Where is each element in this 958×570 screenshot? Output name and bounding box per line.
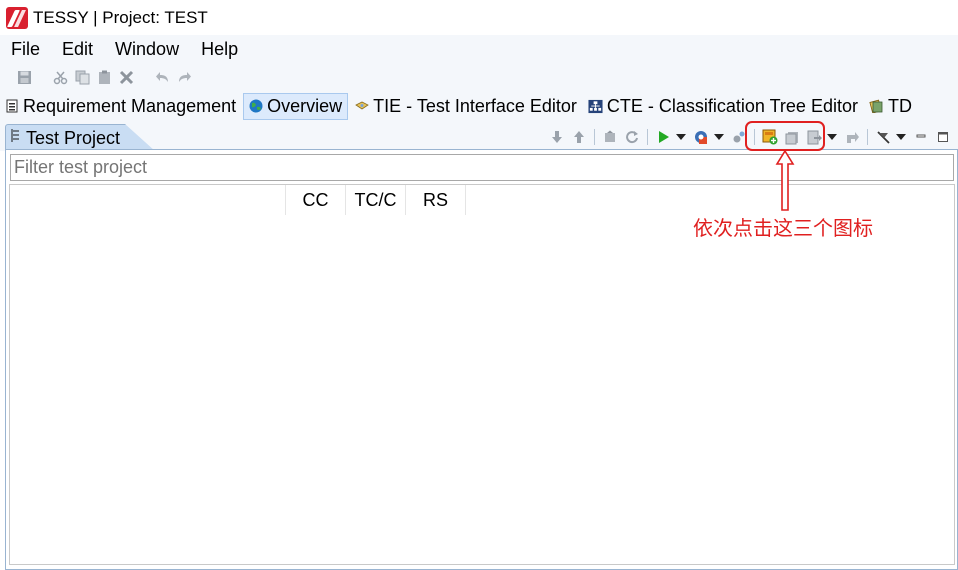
link-icon[interactable]: [844, 129, 860, 145]
perspective-cte[interactable]: CTE - Classification Tree Editor: [584, 93, 863, 120]
menu-help[interactable]: Help: [190, 39, 249, 60]
perspective-requirement-management[interactable]: Requirement Management: [0, 93, 241, 120]
toolbar-separator: [647, 129, 648, 145]
globe-icon: [248, 99, 263, 114]
perspective-overview[interactable]: Overview: [243, 92, 349, 120]
menu-window[interactable]: Window: [104, 39, 190, 60]
tab-test-project[interactable]: Test Project: [5, 124, 155, 151]
requirement-icon: [4, 99, 19, 114]
td-icon: [869, 99, 884, 114]
test-project-tree[interactable]: CC TC/C RS: [9, 184, 955, 565]
perspective-td[interactable]: TD: [865, 93, 917, 120]
cte-icon: [588, 99, 603, 114]
window-title: TESSY | Project: TEST: [33, 7, 208, 27]
filter-icon[interactable]: [875, 129, 891, 145]
main-toolbar: [0, 63, 958, 91]
save-icon[interactable]: [16, 69, 32, 85]
perspective-label: Requirement Management: [23, 95, 237, 116]
toolbar-separator: [594, 129, 595, 145]
perspective-tie[interactable]: TIE - Test Interface Editor: [350, 93, 582, 120]
perspective-label: TD: [887, 95, 912, 116]
move-down-icon[interactable]: [549, 129, 565, 145]
cut-icon[interactable]: [52, 69, 68, 85]
paste-icon[interactable]: [96, 69, 112, 85]
column-header-tcc[interactable]: TC/C: [346, 185, 406, 215]
tie-icon: [354, 99, 369, 114]
toolbar-separator: [867, 129, 868, 145]
annotation-arrow-icon: [775, 150, 795, 211]
tessy-logo-icon: [6, 6, 28, 29]
perspective-label: TIE - Test Interface Editor: [373, 95, 577, 116]
annotation-text: 依次点击这三个图标: [693, 216, 873, 240]
redo-icon[interactable]: [176, 69, 192, 85]
column-header-rs[interactable]: RS: [406, 185, 466, 215]
move-up-icon[interactable]: [571, 129, 587, 145]
coverage-icon[interactable]: [693, 129, 709, 145]
undo-icon[interactable]: [154, 69, 170, 85]
annotation-highlight-box: [745, 121, 825, 151]
refresh-icon[interactable]: [624, 129, 640, 145]
column-header-cc[interactable]: CC: [286, 185, 346, 215]
restore-icon[interactable]: [602, 129, 618, 145]
perspective-label: Overview: [267, 95, 343, 116]
column-header-name[interactable]: [10, 185, 286, 215]
title-bar: TESSY | Project: TEST: [0, 0, 958, 35]
copy-icon[interactable]: [74, 69, 90, 85]
filter-input[interactable]: [10, 154, 954, 181]
coverage-dropdown-icon[interactable]: [714, 134, 724, 140]
perspective-label: CTE - Classification Tree Editor: [606, 95, 858, 116]
execute-dropdown-icon[interactable]: [676, 134, 686, 140]
execute-icon[interactable]: [655, 129, 671, 145]
view-menu-icon[interactable]: [896, 134, 906, 140]
delete-icon[interactable]: [118, 69, 134, 85]
perspective-bar: Requirement Management Overview TIE - Te…: [0, 91, 958, 121]
menu-file[interactable]: File: [0, 39, 51, 60]
menu-bar: File Edit Window Help: [0, 35, 958, 63]
minimize-icon[interactable]: [913, 129, 929, 145]
export-dropdown-icon[interactable]: [827, 134, 837, 140]
view-tab-label: Test Project: [26, 127, 121, 148]
menu-edit[interactable]: Edit: [51, 39, 104, 60]
maximize-icon[interactable]: [935, 129, 951, 145]
test-project-icon: [10, 128, 22, 148]
